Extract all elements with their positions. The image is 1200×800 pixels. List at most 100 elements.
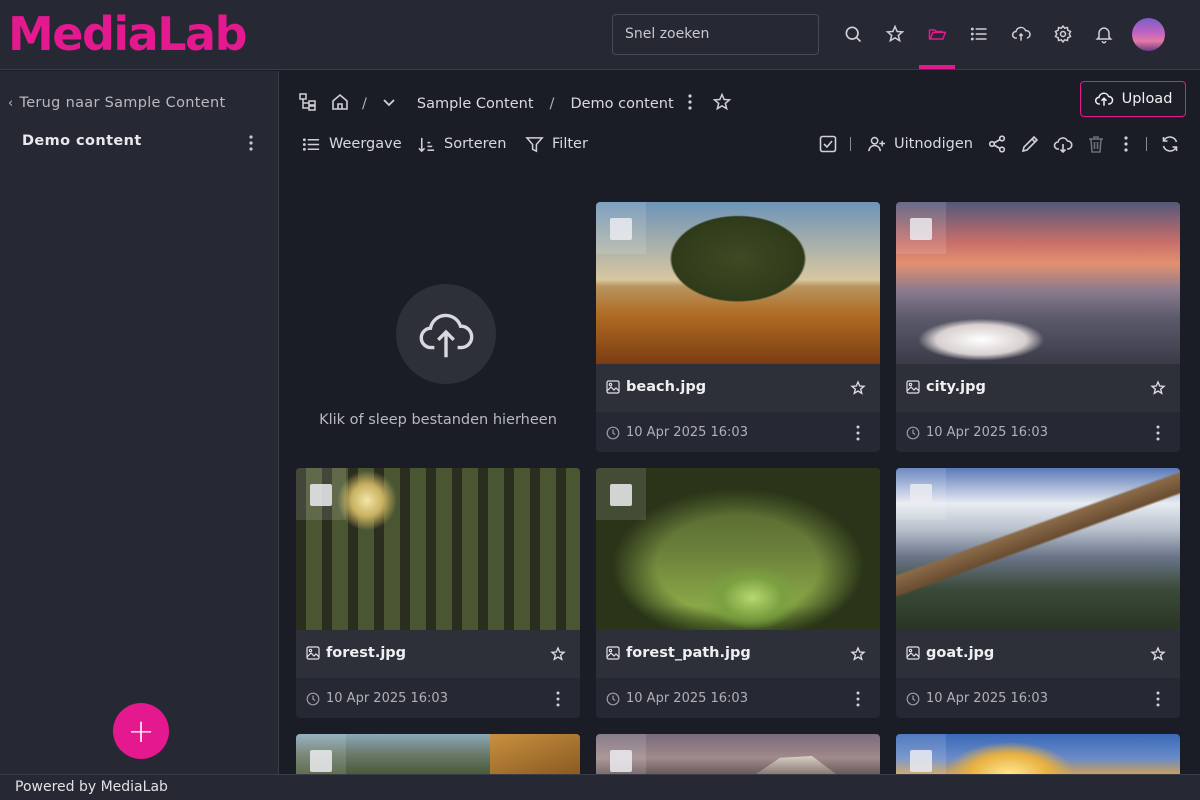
more-vertical-icon[interactable]: [552, 690, 564, 708]
bell-icon[interactable]: [1092, 22, 1116, 46]
medialab-logo[interactable]: MediaLab: [8, 6, 248, 62]
more-vertical-icon[interactable]: [852, 424, 864, 442]
upload-button[interactable]: Upload: [1080, 81, 1186, 117]
image-icon: [606, 380, 620, 394]
view-button-label: Weergave: [329, 136, 402, 152]
file-name-row: forest_path.jpg: [596, 630, 880, 678]
file-card[interactable]: [596, 734, 880, 774]
file-date: 10 Apr 2025 16:03: [926, 425, 1048, 440]
clock-icon: [306, 692, 320, 705]
file-select-checkbox[interactable]: [310, 484, 332, 506]
favorite-star-icon[interactable]: [1150, 380, 1166, 396]
chevron-left-icon: ‹: [8, 95, 14, 111]
file-name-row: city.jpg: [896, 364, 1180, 412]
file-thumbnail[interactable]: [756, 756, 836, 774]
add-button[interactable]: +: [113, 703, 169, 759]
file-date: 10 Apr 2025 16:03: [626, 425, 748, 440]
more-vertical-icon[interactable]: [852, 690, 864, 708]
home-icon[interactable]: [330, 92, 350, 116]
star-icon[interactable]: [883, 22, 907, 46]
plus-icon: +: [127, 712, 155, 750]
more-vertical-icon[interactable]: [1152, 690, 1164, 708]
search-input[interactable]: Snel zoeken: [612, 14, 819, 55]
file-card[interactable]: forest.jpg 10 Apr 2025 16:03: [296, 468, 580, 718]
favorite-star-icon[interactable]: [1150, 646, 1166, 662]
breadcrumb-separator: /: [362, 96, 367, 112]
file-name-row: beach.jpg: [596, 364, 880, 412]
file-name[interactable]: goat.jpg: [926, 645, 994, 661]
image-icon: [906, 646, 920, 660]
folder-open-icon[interactable]: [919, 22, 955, 69]
file-date-row: 10 Apr 2025 16:03: [596, 412, 880, 452]
clock-icon: [606, 426, 620, 439]
favorite-star-icon[interactable]: [850, 380, 866, 396]
file-select-checkbox[interactable]: [610, 218, 632, 240]
file-name-row: goat.jpg: [896, 630, 1180, 678]
file-card[interactable]: goat.jpg 10 Apr 2025 16:03: [896, 468, 1180, 718]
sidebar-folder-title[interactable]: Demo content: [22, 133, 142, 149]
file-name[interactable]: beach.jpg: [626, 379, 706, 395]
top-bar: MediaLab Snel zoeken: [0, 0, 1200, 70]
cloud-upload-icon: [1094, 92, 1113, 106]
list-icon: [302, 137, 320, 151]
breadcrumb-item-demo-content[interactable]: Demo content: [570, 96, 673, 112]
select-all-checkbox-icon[interactable]: [818, 134, 838, 154]
file-date: 10 Apr 2025 16:03: [626, 691, 748, 706]
more-vertical-icon[interactable]: [1116, 134, 1136, 154]
search-icon[interactable]: [841, 22, 865, 46]
more-vertical-icon[interactable]: [1152, 424, 1164, 442]
user-avatar[interactable]: [1132, 18, 1165, 51]
filter-button-label: Filter: [552, 136, 588, 152]
trash-icon[interactable]: [1086, 134, 1106, 154]
share-icon[interactable]: [987, 134, 1007, 154]
file-name[interactable]: city.jpg: [926, 379, 986, 395]
file-thumbnail[interactable]: [490, 734, 580, 774]
image-icon: [306, 646, 320, 660]
gear-icon[interactable]: [1051, 22, 1075, 46]
filter-button[interactable]: Filter: [525, 132, 588, 156]
file-name[interactable]: forest.jpg: [326, 645, 406, 661]
invite-button[interactable]: Uitnodigen: [867, 132, 973, 156]
image-icon: [906, 380, 920, 394]
more-vertical-icon[interactable]: [684, 92, 696, 116]
view-button[interactable]: Weergave: [302, 132, 402, 156]
file-select-checkbox[interactable]: [910, 218, 932, 240]
list-icon[interactable]: [967, 22, 991, 46]
file-select-checkbox[interactable]: [310, 750, 332, 772]
file-card[interactable]: [896, 734, 1180, 774]
upload-dropzone[interactable]: Klik of sleep bestanden hierheen: [296, 202, 580, 451]
favorite-star-icon[interactable]: [712, 92, 732, 116]
file-card[interactable]: forest_path.jpg 10 Apr 2025 16:03: [596, 468, 880, 718]
file-card[interactable]: city.jpg 10 Apr 2025 16:03: [896, 202, 1180, 452]
file-date-row: 10 Apr 2025 16:03: [296, 678, 580, 718]
clock-icon: [606, 692, 620, 705]
sidebar: ‹ Terug naar Sample Content Demo content…: [0, 71, 279, 774]
back-link[interactable]: ‹ Terug naar Sample Content: [8, 95, 225, 111]
cloud-sync-icon[interactable]: [1009, 22, 1033, 46]
cloud-upload-icon: [419, 313, 474, 358]
file-card[interactable]: beach.jpg 10 Apr 2025 16:03: [596, 202, 880, 452]
breadcrumb: / Sample Content / Demo content: [298, 92, 732, 116]
file-card[interactable]: [296, 734, 580, 774]
edit-pencil-icon[interactable]: [1020, 134, 1040, 154]
sort-button-label: Sorteren: [444, 136, 507, 152]
upload-button-label: Upload: [1121, 91, 1173, 107]
file-select-checkbox[interactable]: [910, 750, 932, 772]
breadcrumb-separator: /: [549, 96, 555, 112]
more-vertical-icon[interactable]: [242, 133, 260, 153]
file-select-checkbox[interactable]: [610, 750, 632, 772]
folder-tree-icon[interactable]: [298, 92, 318, 116]
refresh-icon[interactable]: [1160, 134, 1180, 154]
file-select-checkbox[interactable]: [910, 484, 932, 506]
file-select-checkbox[interactable]: [610, 484, 632, 506]
chevron-down-icon[interactable]: [379, 92, 399, 116]
sort-button[interactable]: Sorteren: [417, 132, 506, 156]
favorite-star-icon[interactable]: [550, 646, 566, 662]
favorite-star-icon[interactable]: [850, 646, 866, 662]
file-name-row: forest.jpg: [296, 630, 580, 678]
back-link-label: Terug naar Sample Content: [19, 95, 226, 111]
cloud-download-icon[interactable]: [1053, 134, 1073, 154]
file-name[interactable]: forest_path.jpg: [626, 645, 751, 661]
file-date-row: 10 Apr 2025 16:03: [596, 678, 880, 718]
breadcrumb-item-sample-content[interactable]: Sample Content: [417, 96, 534, 112]
